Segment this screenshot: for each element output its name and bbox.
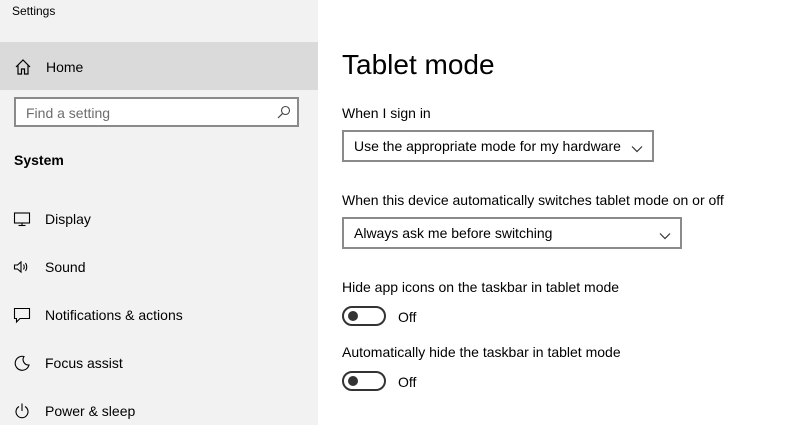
hide-app-icons-state: Off [398, 309, 417, 325]
sign-in-mode-dropdown[interactable]: Use the appropriate mode for my hardware [342, 130, 654, 162]
home-icon [14, 58, 32, 76]
sound-icon [13, 258, 31, 276]
sidebar-item-home[interactable]: Home [0, 42, 318, 90]
search-placeholder: Find a setting [26, 105, 111, 121]
display-icon [13, 210, 31, 228]
hide-app-icons-label: Hide app icons on the taskbar in tablet … [342, 279, 620, 295]
section-heading-system: System [14, 152, 64, 168]
sidebar-item-notifications[interactable]: Notifications & actions [0, 295, 318, 335]
sidebar-item-display[interactable]: Display [0, 199, 318, 239]
search-icon[interactable] [277, 105, 291, 119]
sidebar-item-sound[interactable]: Sound [0, 247, 318, 287]
notifications-icon [13, 306, 31, 324]
toggle-knob [348, 311, 358, 321]
hide-taskbar-state: Off [398, 374, 417, 390]
auto-switch-dropdown[interactable]: Always ask me before switching [342, 217, 682, 249]
settings-window: Settings Home Find a setting System Disp… [0, 0, 791, 425]
sidebar-item-label: Focus assist [45, 355, 123, 371]
power-icon [13, 402, 31, 420]
sidebar-item-label: Power & sleep [45, 403, 136, 419]
focus-assist-icon [13, 354, 31, 372]
page-title: Tablet mode [342, 49, 495, 80]
hide-taskbar-label: Automatically hide the taskbar in tablet… [342, 344, 621, 360]
sidebar-item-label: Display [45, 211, 91, 227]
toggle-knob [348, 376, 358, 386]
search-input[interactable]: Find a setting [14, 97, 299, 127]
sidebar: Settings Home Find a setting System Disp… [0, 0, 318, 425]
sidebar-item-label: Notifications & actions [45, 307, 183, 323]
hide-app-icons-toggle[interactable] [342, 306, 386, 326]
chevron-down-icon [659, 228, 671, 240]
sign-in-label: When I sign in [342, 105, 431, 121]
auto-switch-value: Always ask me before switching [354, 225, 553, 241]
sidebar-item-label: Sound [45, 259, 86, 275]
auto-switch-label: When this device automatically switches … [342, 192, 724, 208]
sign-in-mode-value: Use the appropriate mode for my hardware [354, 138, 621, 154]
sidebar-item-power-sleep[interactable]: Power & sleep [0, 391, 318, 425]
home-label: Home [46, 59, 84, 75]
main-content: Tablet mode When I sign in Use the appro… [318, 0, 791, 425]
chevron-down-icon [631, 141, 643, 153]
hide-taskbar-toggle[interactable] [342, 371, 386, 391]
app-title: Settings [12, 4, 56, 18]
sidebar-item-focus-assist[interactable]: Focus assist [0, 343, 318, 383]
